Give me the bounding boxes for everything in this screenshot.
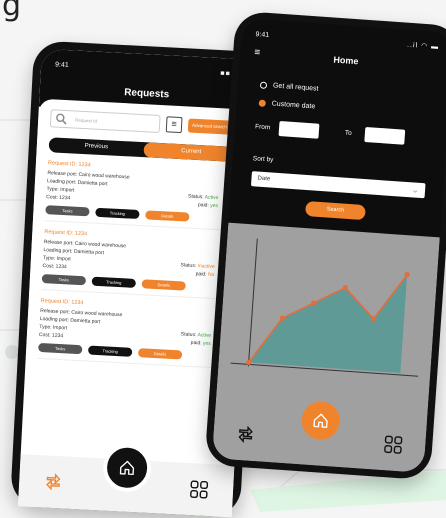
grid-icon[interactable] <box>189 479 210 500</box>
tracking-button[interactable]: Tracking <box>91 276 137 288</box>
search-icon <box>56 113 67 125</box>
request-cost: Cost: 1234 <box>42 263 67 271</box>
paid-label: paid: <box>190 339 204 347</box>
tabs: Previous Current <box>48 137 240 163</box>
home-icon <box>313 413 328 428</box>
status-value: Active <box>197 332 212 339</box>
request-cost: Cost: 1234 <box>46 194 71 202</box>
search-placeholder: Request Id <box>75 117 98 124</box>
paid-value: yes <box>202 340 211 347</box>
status-label: Status: <box>180 262 198 270</box>
paid-label: paid: <box>197 202 211 209</box>
radio-dot <box>259 81 268 89</box>
status-time: 9:41 <box>255 31 270 40</box>
transfer-icon[interactable] <box>235 424 256 445</box>
page-title: Home <box>333 54 359 67</box>
tab-current[interactable]: Current <box>143 142 240 163</box>
tracking-button[interactable]: Tracking <box>95 207 140 220</box>
radio-custom-date-label: Custome date <box>271 100 316 111</box>
radio-get-all-label: Get all request <box>272 82 319 93</box>
request-cost: Cost: 1234 <box>38 331 64 340</box>
sort-label: Sort by <box>252 155 274 164</box>
grid-icon[interactable] <box>383 434 404 455</box>
chevron-down-icon: ⌄ <box>411 184 420 195</box>
right-phone: 9:41 ..il ◠ ▬ ≡ Home Get all request Cus… <box>204 10 446 481</box>
tasks-button[interactable]: Tasks <box>38 342 83 355</box>
status-value: Inactive <box>197 263 215 271</box>
request-type: Type: Import <box>39 323 68 332</box>
details-button[interactable]: Details <box>141 279 186 291</box>
status-value: Active <box>204 194 219 202</box>
paid-value: No <box>207 271 215 279</box>
from-label: From <box>254 123 271 132</box>
transfer-icon[interactable] <box>43 471 64 492</box>
tracking-button[interactable]: Tracking <box>87 345 133 357</box>
home-button[interactable] <box>101 442 153 493</box>
details-button[interactable]: Details <box>145 210 190 222</box>
status-time: 9:41 <box>54 61 69 70</box>
tasks-button[interactable]: Tasks <box>45 205 90 217</box>
sort-value: Date <box>257 175 271 183</box>
to-date-input[interactable] <box>364 126 406 145</box>
request-type: Type: Import <box>42 255 71 263</box>
filter-icon[interactable]: ≡ <box>165 116 183 134</box>
home-screen: 9:41 ..il ◠ ▬ ≡ Home Get all request Cus… <box>211 18 446 473</box>
area-chart <box>230 238 419 377</box>
request-type: Type: Import <box>46 186 75 194</box>
sort-select[interactable]: Date ⌄ <box>250 171 426 199</box>
radio-get-all[interactable]: Get all request <box>259 81 319 93</box>
bottom-nav <box>17 442 235 518</box>
from-date-input[interactable] <box>278 120 320 139</box>
paid-value: yes <box>209 202 219 210</box>
search-row: Request Id ≡ Advanced search <box>49 109 241 137</box>
request-card: Request ID: 1234 Release port: Cairo woo… <box>44 160 238 232</box>
search-input[interactable]: Request Id <box>49 109 161 133</box>
tab-previous[interactable]: Previous <box>49 137 145 157</box>
request-card: Request ID: 1234 Release port: Cairo woo… <box>41 229 235 300</box>
y-axis <box>247 238 258 367</box>
request-card: Request ID: 1234 Release port: Cairo woo… <box>37 297 231 369</box>
tasks-button[interactable]: Tasks <box>41 274 87 286</box>
search-button[interactable]: Search <box>304 201 366 221</box>
radio-dot-selected <box>258 99 266 107</box>
status-icons: ..il ◠ ▬ <box>406 41 440 51</box>
to-label: To <box>344 129 352 138</box>
paid-label: paid: <box>195 271 209 278</box>
chart-area-fill <box>248 274 408 374</box>
radio-custom-date[interactable]: Custome date <box>258 99 316 111</box>
status-label: Status: <box>180 331 198 339</box>
details-button[interactable]: Details <box>137 348 183 360</box>
home-icon <box>119 460 135 476</box>
status-label: Status: <box>187 193 205 201</box>
